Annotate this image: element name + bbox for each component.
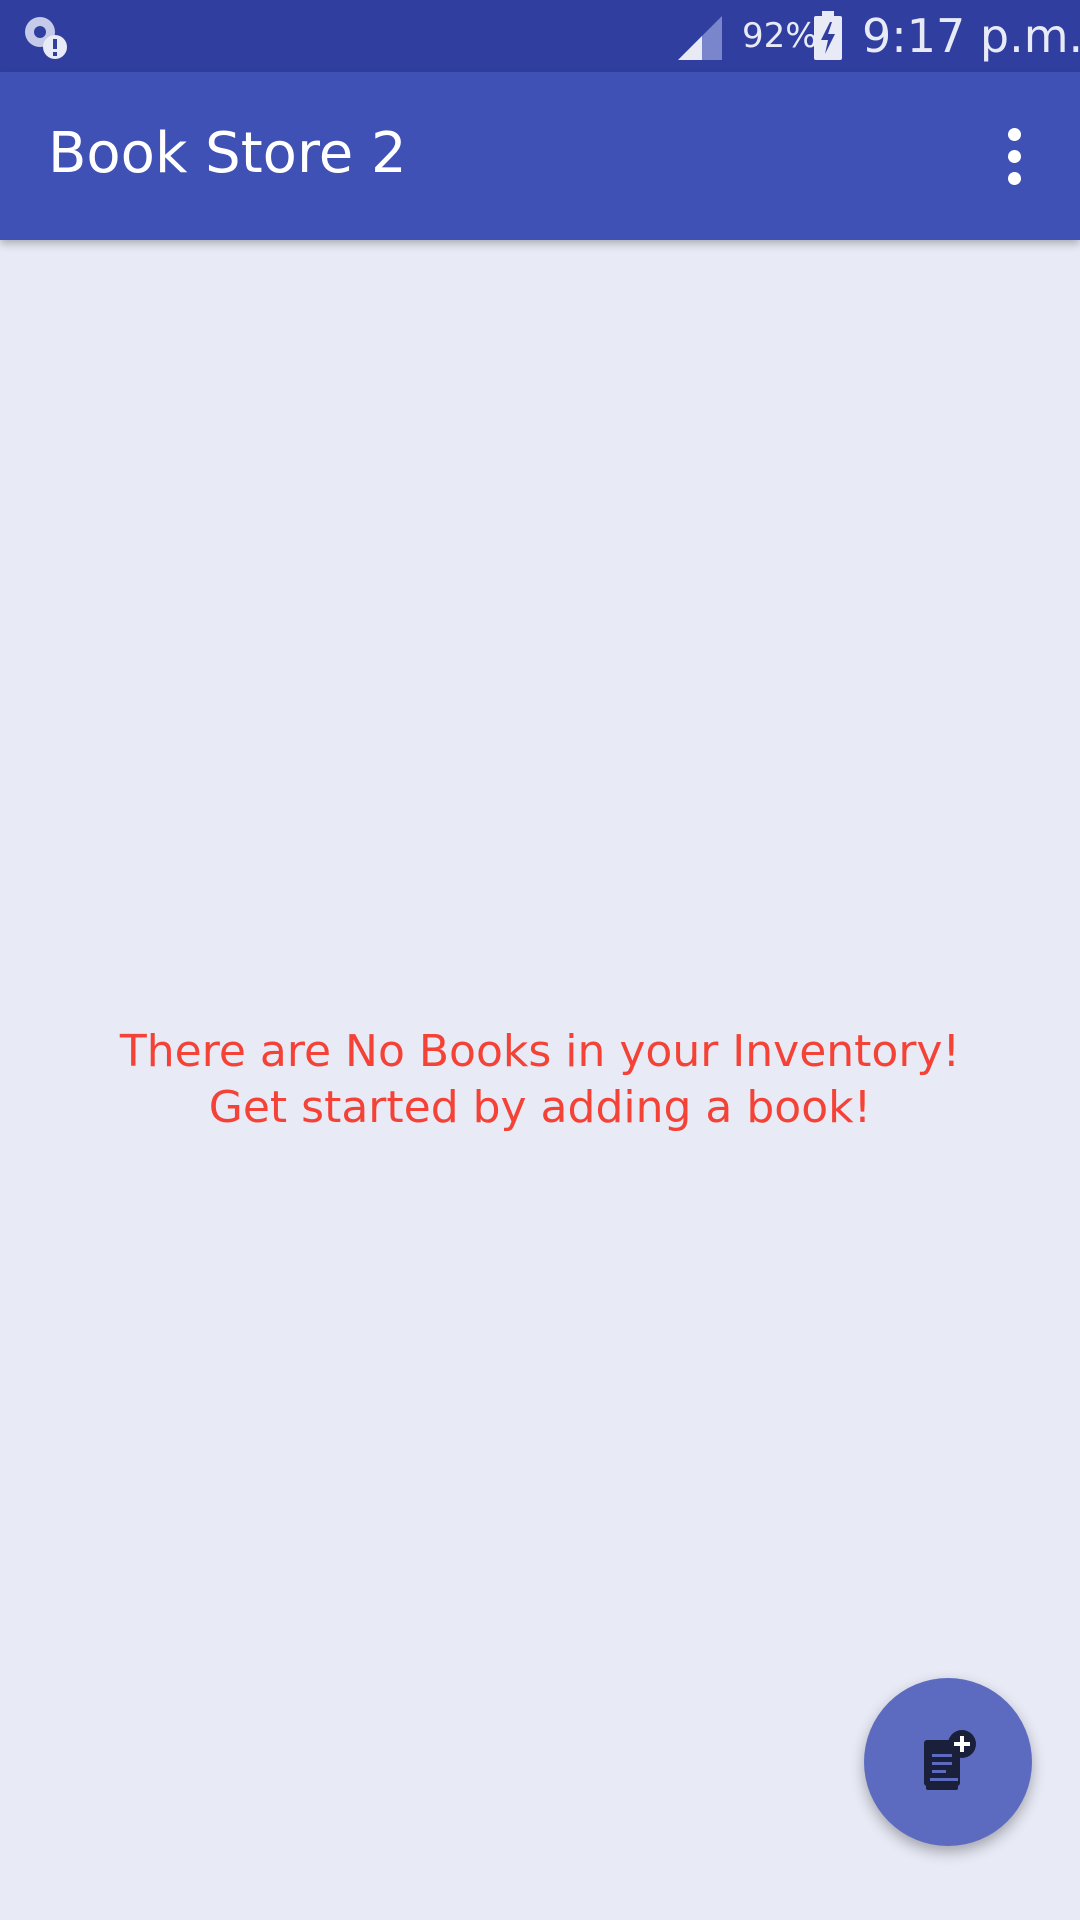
- more-vert-icon[interactable]: [990, 124, 1038, 188]
- empty-state-line-1: There are No Books in your Inventory!: [119, 1026, 961, 1077]
- add-book-button[interactable]: [864, 1678, 1032, 1846]
- battery-percentage: 92%: [742, 16, 818, 56]
- battery-charging-icon: [814, 11, 842, 60]
- menu-dot: [1007, 127, 1021, 141]
- cell-signal-icon: [678, 16, 722, 60]
- empty-state-message: There are No Books in your Inventory! Ge…: [0, 1024, 1080, 1136]
- add-book-icon: [924, 1730, 976, 1790]
- status-bar: 92% 9:17 p.m.: [0, 0, 1080, 72]
- status-clock: 9:17 p.m.: [862, 9, 1080, 63]
- app-title: Book Store 2: [48, 121, 407, 186]
- menu-dot: [1007, 149, 1021, 163]
- app-bar: Book Store 2: [0, 72, 1080, 240]
- menu-dot: [1007, 171, 1021, 185]
- sync-alert-icon: [25, 17, 67, 59]
- empty-state-line-2: Get started by adding a book!: [208, 1082, 872, 1133]
